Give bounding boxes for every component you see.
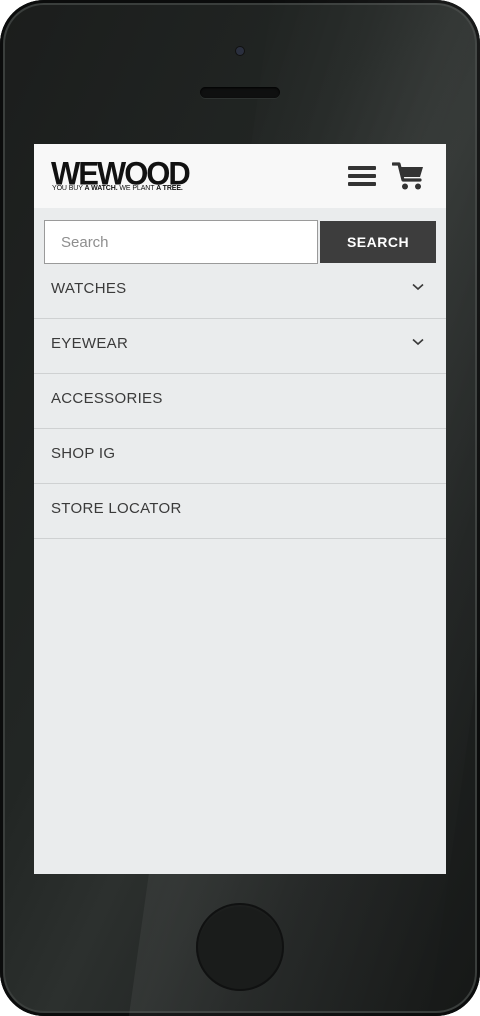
wewood-logo[interactable]: WEWOOD YOU BUY A WATCH. WE PLANT A TREE. [51,156,211,197]
shopping-cart-icon[interactable] [391,161,426,191]
tagline-part: A WATCH. [84,185,118,192]
nav-item-store-locator[interactable]: STORE LOCATOR [34,484,446,539]
search-input[interactable] [44,220,318,264]
tagline-part: WE PLANT [117,185,157,192]
hamburger-menu-icon[interactable] [347,162,377,190]
nav-item-eyewear[interactable]: EYEWEAR [34,319,446,374]
earpiece-speaker [200,87,280,98]
tagline-part: YOU BUY [52,185,85,192]
nav-item-label: STORE LOCATOR [51,500,182,517]
screen: WEWOOD YOU BUY A WATCH. WE PLANT A TREE.… [34,144,446,874]
home-button[interactable] [196,903,284,991]
nav-item-watches[interactable]: WATCHES [34,264,446,319]
nav-item-label: SHOP IG [51,445,116,462]
nav-item-label: EYEWEAR [51,335,129,352]
phone-frame: WEWOOD YOU BUY A WATCH. WE PLANT A TREE.… [0,0,480,1016]
site-header: WEWOOD YOU BUY A WATCH. WE PLANT A TREE. [34,144,446,208]
nav-item-shop-ig[interactable]: SHOP IG [34,429,446,484]
search-bar: SEARCH [44,220,436,264]
chevron-down-icon[interactable] [412,283,424,291]
nav-item-label: WATCHES [51,280,127,297]
nav-item-label: ACCESSORIES [51,390,163,407]
chevron-down-icon[interactable] [412,338,424,346]
nav-item-accessories[interactable]: ACCESSORIES [34,374,446,429]
logo-tagline: YOU BUY A WATCH. WE PLANT A TREE. [52,185,183,192]
front-camera [236,47,244,55]
mobile-nav-menu: WATCHES EYEWEAR ACCESSORIES SHOP IG STOR… [34,264,446,539]
search-button[interactable]: SEARCH [320,221,436,263]
tagline-part: A TREE. [156,185,183,192]
